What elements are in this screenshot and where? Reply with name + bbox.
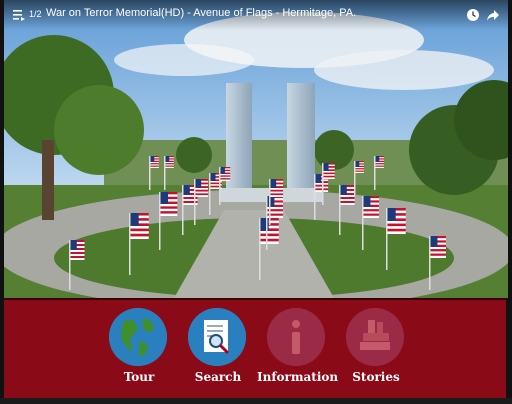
video-top-bar: 1/2 War on Terror Memorial(HD) - Avenue …: [4, 0, 508, 30]
info-icon: [267, 308, 325, 366]
video-title[interactable]: War on Terror Memorial(HD) - Avenue of F…: [46, 7, 356, 19]
watch-later-icon[interactable]: [466, 8, 480, 22]
playlist-position: 1/2: [29, 9, 42, 19]
menu-label-information: Information: [257, 370, 339, 384]
menu-item-search[interactable]: Search: [178, 306, 258, 394]
books-icon: [346, 308, 404, 366]
menu-item-stories[interactable]: Stories: [336, 306, 416, 394]
memorial-scene: [4, 0, 508, 298]
menu-item-information[interactable]: Information: [257, 306, 339, 394]
menu-item-tour[interactable]: Tour: [99, 306, 179, 394]
menu-label-search: Search: [194, 370, 242, 384]
main-menu: Tour Search Information Stories: [4, 298, 506, 400]
search-document-icon: [188, 308, 246, 366]
playlist-icon[interactable]: [12, 8, 26, 22]
bottom-edge: [0, 398, 512, 404]
globe-icon: [109, 308, 167, 366]
share-icon[interactable]: [486, 8, 500, 22]
menu-label-stories: Stories: [352, 370, 400, 384]
menu-label-tour: Tour: [123, 370, 155, 384]
video-player[interactable]: 1/2 War on Terror Memorial(HD) - Avenue …: [4, 0, 508, 298]
app-frame: 1/2 War on Terror Memorial(HD) - Avenue …: [0, 0, 512, 404]
